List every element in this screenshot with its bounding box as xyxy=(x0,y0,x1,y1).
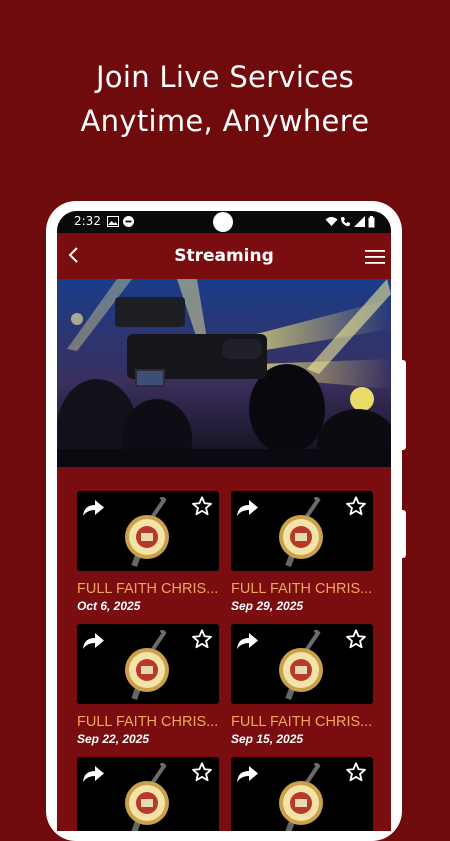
star-outline-icon[interactable] xyxy=(191,761,213,787)
video-date: Sep 15, 2025 xyxy=(231,732,304,746)
wifi-icon xyxy=(325,216,338,230)
video-title[interactable]: FULL FAITH CHRIS... xyxy=(231,581,373,597)
church-logo-icon xyxy=(271,628,335,704)
star-outline-icon[interactable] xyxy=(345,495,367,521)
video-title[interactable]: FULL FAITH CHRIS... xyxy=(77,714,219,730)
star-outline-icon[interactable] xyxy=(345,761,367,787)
video-thumbnail[interactable] xyxy=(77,757,219,831)
app-screen: 2:32 Streaming FULL FAITH CHRIS... Oct 6… xyxy=(57,211,391,831)
video-card[interactable]: FULL FAITH CHRIS... Oct 6, 2025 xyxy=(77,491,219,613)
share-icon[interactable] xyxy=(235,496,259,522)
video-thumbnail[interactable] xyxy=(231,624,373,704)
share-icon[interactable] xyxy=(81,629,105,655)
share-icon[interactable] xyxy=(81,762,105,788)
status-bar: 2:32 xyxy=(57,211,391,233)
share-icon[interactable] xyxy=(235,629,259,655)
star-outline-icon[interactable] xyxy=(345,628,367,654)
share-icon[interactable] xyxy=(81,496,105,522)
video-date: Oct 6, 2025 xyxy=(77,599,141,613)
gallery-icon xyxy=(107,216,119,230)
video-card[interactable]: FULL FAITH CHRIS... Sep 22, 2025 xyxy=(77,624,219,746)
video-date: Sep 22, 2025 xyxy=(77,732,150,746)
hamburger-menu-icon[interactable] xyxy=(365,249,385,268)
camera-cutout xyxy=(213,212,233,232)
page-title: Streaming xyxy=(174,246,274,266)
church-logo-icon xyxy=(117,628,181,704)
video-thumbnail[interactable] xyxy=(231,491,373,571)
video-card[interactable] xyxy=(231,757,373,831)
battery-icon xyxy=(368,216,375,231)
video-thumbnail[interactable] xyxy=(77,624,219,704)
video-card[interactable]: FULL FAITH CHRIS... Sep 29, 2025 xyxy=(231,491,373,613)
video-card[interactable] xyxy=(77,757,219,831)
phone-frame: 2:32 Streaming FULL FAITH CHRIS... Oct 6… xyxy=(46,201,402,841)
church-logo-icon xyxy=(271,761,335,831)
promo-line-2: Anytime, Anywhere xyxy=(80,104,370,138)
hero-banner-image xyxy=(57,279,391,467)
share-icon[interactable] xyxy=(235,762,259,788)
star-outline-icon[interactable] xyxy=(191,628,213,654)
call-icon xyxy=(340,216,351,230)
video-thumbnail[interactable] xyxy=(231,757,373,831)
video-title[interactable]: FULL FAITH CHRIS... xyxy=(77,581,219,597)
video-title[interactable]: FULL FAITH CHRIS... xyxy=(231,714,373,730)
promo-line-1: Join Live Services xyxy=(95,60,355,94)
church-logo-icon xyxy=(117,761,181,831)
video-date: Sep 29, 2025 xyxy=(231,599,304,613)
video-thumbnail[interactable] xyxy=(77,491,219,571)
star-outline-icon[interactable] xyxy=(191,495,213,521)
dnd-icon xyxy=(123,216,134,230)
church-logo-icon xyxy=(117,495,181,571)
video-card[interactable]: FULL FAITH CHRIS... Sep 15, 2025 xyxy=(231,624,373,746)
status-time: 2:32 xyxy=(74,214,101,228)
app-bar: Streaming xyxy=(57,233,391,279)
signal-icon xyxy=(354,216,365,230)
church-logo-icon xyxy=(271,495,335,571)
